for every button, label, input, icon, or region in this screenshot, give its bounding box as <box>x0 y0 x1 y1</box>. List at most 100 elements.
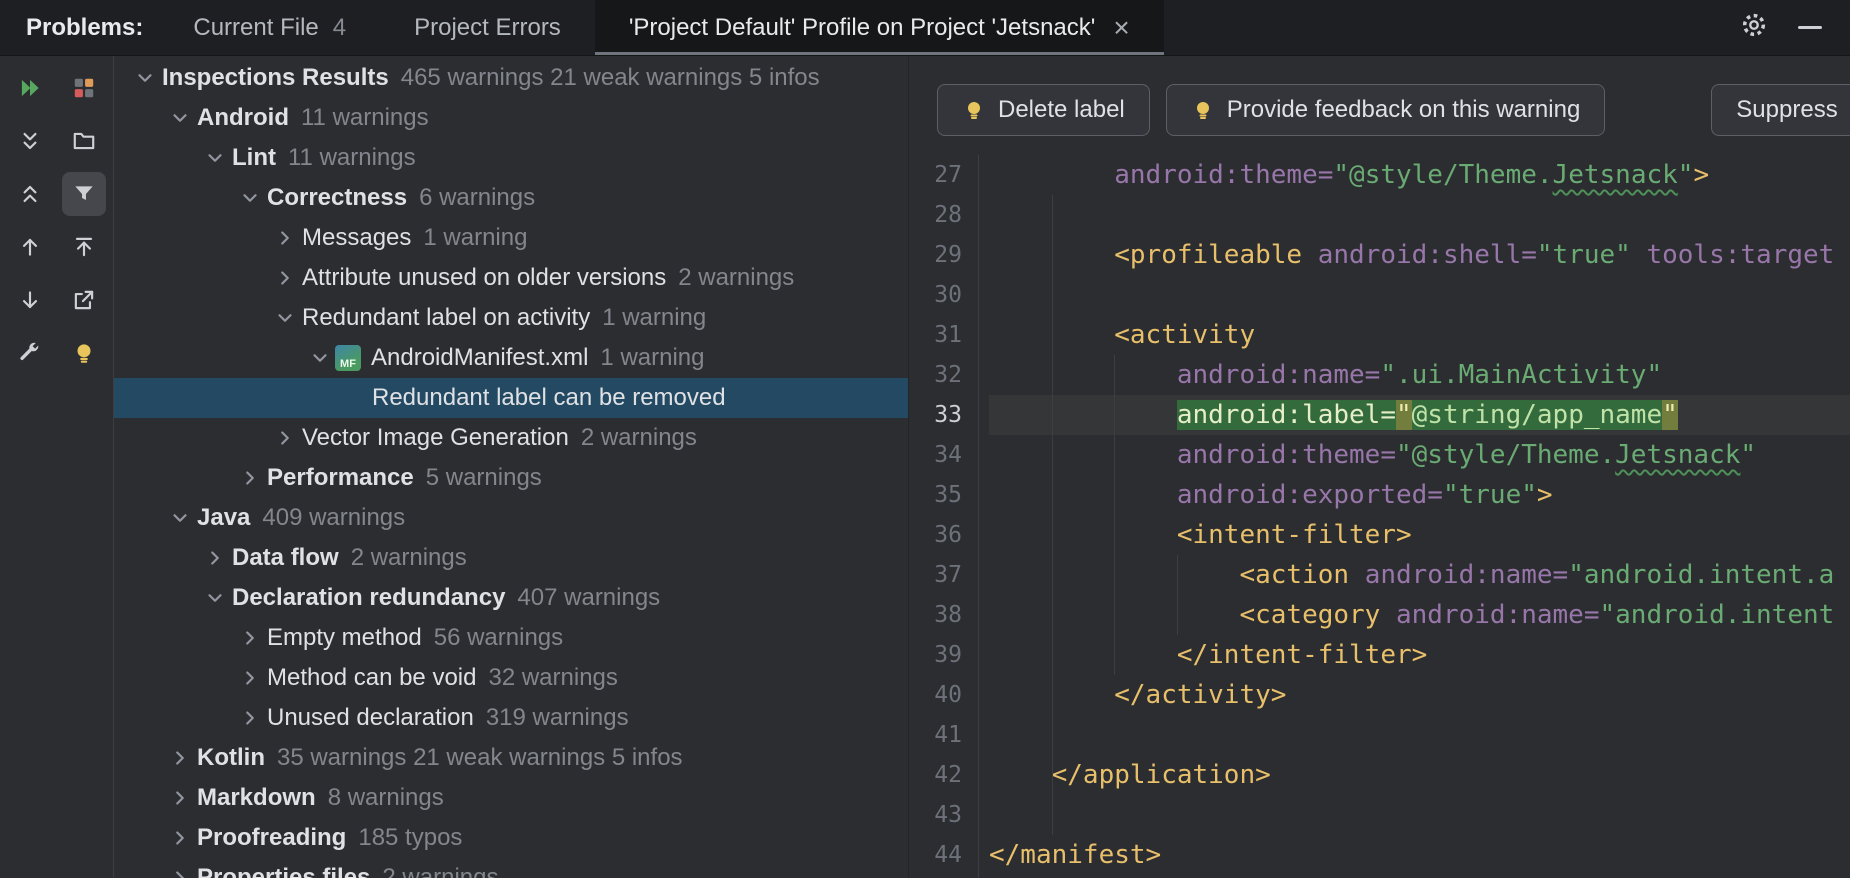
chevron-right-icon[interactable] <box>202 538 228 578</box>
chevron-right-icon[interactable] <box>237 698 263 738</box>
code-line[interactable]: </application> <box>989 755 1850 795</box>
tab-current-file[interactable]: Current File4 <box>159 0 380 55</box>
tab-project-errors[interactable]: Project Errors <box>380 0 595 55</box>
tree-row-unused-declaration[interactable]: Unused declaration319 warnings <box>114 698 908 738</box>
tree-row-empty-method[interactable]: Empty method56 warnings <box>114 618 908 658</box>
chevron-down-icon[interactable] <box>167 498 193 538</box>
tree-row-redundant-label-on-activity[interactable]: Redundant label on activity 1 warning <box>114 298 908 338</box>
tree-row-androidmanifest-xml[interactable]: MFAndroidManifest.xml1 warning <box>114 338 908 378</box>
chevron-right-icon[interactable] <box>237 458 263 498</box>
inspection-settings-icon[interactable] <box>8 331 52 375</box>
code-line[interactable]: <action android:name="android.intent.a <box>989 555 1850 595</box>
code-line[interactable]: android:exported="true"> <box>989 475 1850 515</box>
chevron-right-icon[interactable] <box>237 618 263 658</box>
lightbulb-icon <box>962 98 986 122</box>
tree-row-declaration-redundancy[interactable]: Declaration redundancy407 warnings <box>114 578 908 618</box>
indent-guide <box>1177 555 1178 635</box>
export-icon[interactable] <box>62 278 106 322</box>
tree-item-count: 1 warning <box>602 304 706 332</box>
filter-icon[interactable] <box>62 172 106 216</box>
expand-all-icon[interactable] <box>8 119 52 163</box>
tree-row-vector-image-generation[interactable]: Vector Image Generation 2 warnings <box>114 418 908 458</box>
code-line[interactable] <box>989 275 1850 315</box>
group-by-directory-icon[interactable] <box>62 119 106 163</box>
tree-item-label: Redundant label on activity <box>302 304 590 332</box>
code-line[interactable]: android:theme="@style/Theme.Jetsnack" <box>989 435 1850 475</box>
tree-row-properties-files[interactable]: Properties files2 warnings <box>114 858 908 878</box>
code-line[interactable] <box>989 795 1850 835</box>
code-line[interactable]: <activity <box>989 315 1850 355</box>
navigate-up-icon[interactable] <box>8 225 52 269</box>
line-number: 39 <box>909 635 978 675</box>
tree-item-label: Performance <box>267 464 414 492</box>
line-number: 38 <box>909 595 978 635</box>
tree-row-android[interactable]: Android11 warnings <box>114 98 908 138</box>
severity-filter-icon[interactable] <box>62 66 106 110</box>
tree-row-proofreading[interactable]: Proofreading185 typos <box>114 818 908 858</box>
tree-item-label: Inspections Results <box>162 64 389 92</box>
chevron-right-icon[interactable] <box>167 738 193 778</box>
settings-gear-icon[interactable] <box>1740 11 1768 44</box>
tree-row-data-flow[interactable]: Data flow2 warnings <box>114 538 908 578</box>
chevron-right-icon[interactable] <box>272 418 298 458</box>
button-label: Delete label <box>998 96 1125 124</box>
code-line[interactable]: <category android:name="android.intent <box>989 595 1850 635</box>
left-toolbar <box>0 56 114 878</box>
tree-row-messages[interactable]: Messages1 warning <box>114 218 908 258</box>
chevron-right-icon[interactable] <box>167 778 193 818</box>
chevron-down-icon[interactable] <box>132 58 158 98</box>
navigate-down-icon[interactable] <box>8 278 52 322</box>
delete-label-button[interactable]: Delete label <box>937 84 1150 136</box>
chevron-right-icon[interactable] <box>272 218 298 258</box>
code-line[interactable]: <profileable android:shell="true" tools:… <box>989 235 1850 275</box>
line-number: 29 <box>909 235 978 275</box>
code-line[interactable] <box>989 195 1850 235</box>
chevron-down-icon[interactable] <box>167 98 193 138</box>
code-line[interactable] <box>989 715 1850 755</box>
code-line[interactable]: android:label="@string/app_name" <box>989 395 1850 435</box>
chevron-down-icon[interactable] <box>272 298 298 338</box>
tree-item-count: 1 warning <box>600 344 704 372</box>
chevron-down-icon[interactable] <box>202 578 228 618</box>
rerun-inspection-icon[interactable] <box>8 66 52 110</box>
code-line[interactable]: </activity> <box>989 675 1850 715</box>
chevron-right-icon[interactable] <box>167 818 193 858</box>
code-line[interactable]: android:name=".ui.MainActivity" <box>989 355 1850 395</box>
chevron-right-icon[interactable] <box>272 258 298 298</box>
code-line[interactable]: </manifest> <box>989 835 1850 875</box>
tree-row-java[interactable]: Java409 warnings <box>114 498 908 538</box>
tree-item-count: 2 warnings <box>581 424 697 452</box>
tree-row-method-can-be-void[interactable]: Method can be void32 warnings <box>114 658 908 698</box>
chevron-right-icon[interactable] <box>167 858 193 878</box>
tree-row-lint[interactable]: Lint11 warnings <box>114 138 908 178</box>
chevron-down-icon[interactable] <box>237 178 263 218</box>
tree-row-kotlin[interactable]: Kotlin35 warnings 21 weak warnings 5 inf… <box>114 738 908 778</box>
tab-project-default-profile-on-project-jetsnack[interactable]: 'Project Default' Profile on Project 'Je… <box>595 0 1164 55</box>
tree-row-performance[interactable]: Performance5 warnings <box>114 458 908 498</box>
tree-item-label: Vector Image Generation <box>302 424 569 452</box>
provide-feedback-on-this-warning-button[interactable]: Provide feedback on this warning <box>1166 84 1606 136</box>
tree-row-redundant-label-can-be-removed[interactable]: Redundant label can be removed <box>114 378 908 418</box>
button-label: Suppress <box>1736 96 1837 124</box>
line-number: 42 <box>909 755 978 795</box>
code-line[interactable]: android:theme="@style/Theme.Jetsnack"> <box>989 155 1850 195</box>
chevron-right-icon[interactable] <box>237 658 263 698</box>
collapse-all-icon[interactable] <box>8 172 52 216</box>
editor-preview[interactable]: Delete label Provide feedback on this war… <box>908 56 1850 878</box>
tree-row-inspections-results[interactable]: Inspections Results465 warnings 21 weak … <box>114 58 908 98</box>
tree-item-label: Android <box>197 104 289 132</box>
close-tab-icon[interactable]: × <box>1113 14 1129 42</box>
code-line[interactable]: <intent-filter> <box>989 515 1850 555</box>
tree-row-attribute-unused-on-older-versions[interactable]: Attribute unused on older versions2 warn… <box>114 258 908 298</box>
minimize-icon[interactable] <box>1798 26 1822 29</box>
suppress-button[interactable]: Suppress <box>1711 84 1850 136</box>
tree-row-markdown[interactable]: Markdown8 warnings <box>114 778 908 818</box>
editor-code[interactable]: android:theme="@style/Theme.Jetsnack"> <… <box>979 155 1850 878</box>
tree-item-label: Empty method <box>267 624 422 652</box>
quick-fix-bulb-icon[interactable] <box>62 331 106 375</box>
move-to-top-icon[interactable] <box>62 225 106 269</box>
chevron-down-icon[interactable] <box>202 138 228 178</box>
code-line[interactable]: </intent-filter> <box>989 635 1850 675</box>
chevron-down-icon[interactable] <box>307 338 333 378</box>
tree-row-correctness[interactable]: Correctness6 warnings <box>114 178 908 218</box>
